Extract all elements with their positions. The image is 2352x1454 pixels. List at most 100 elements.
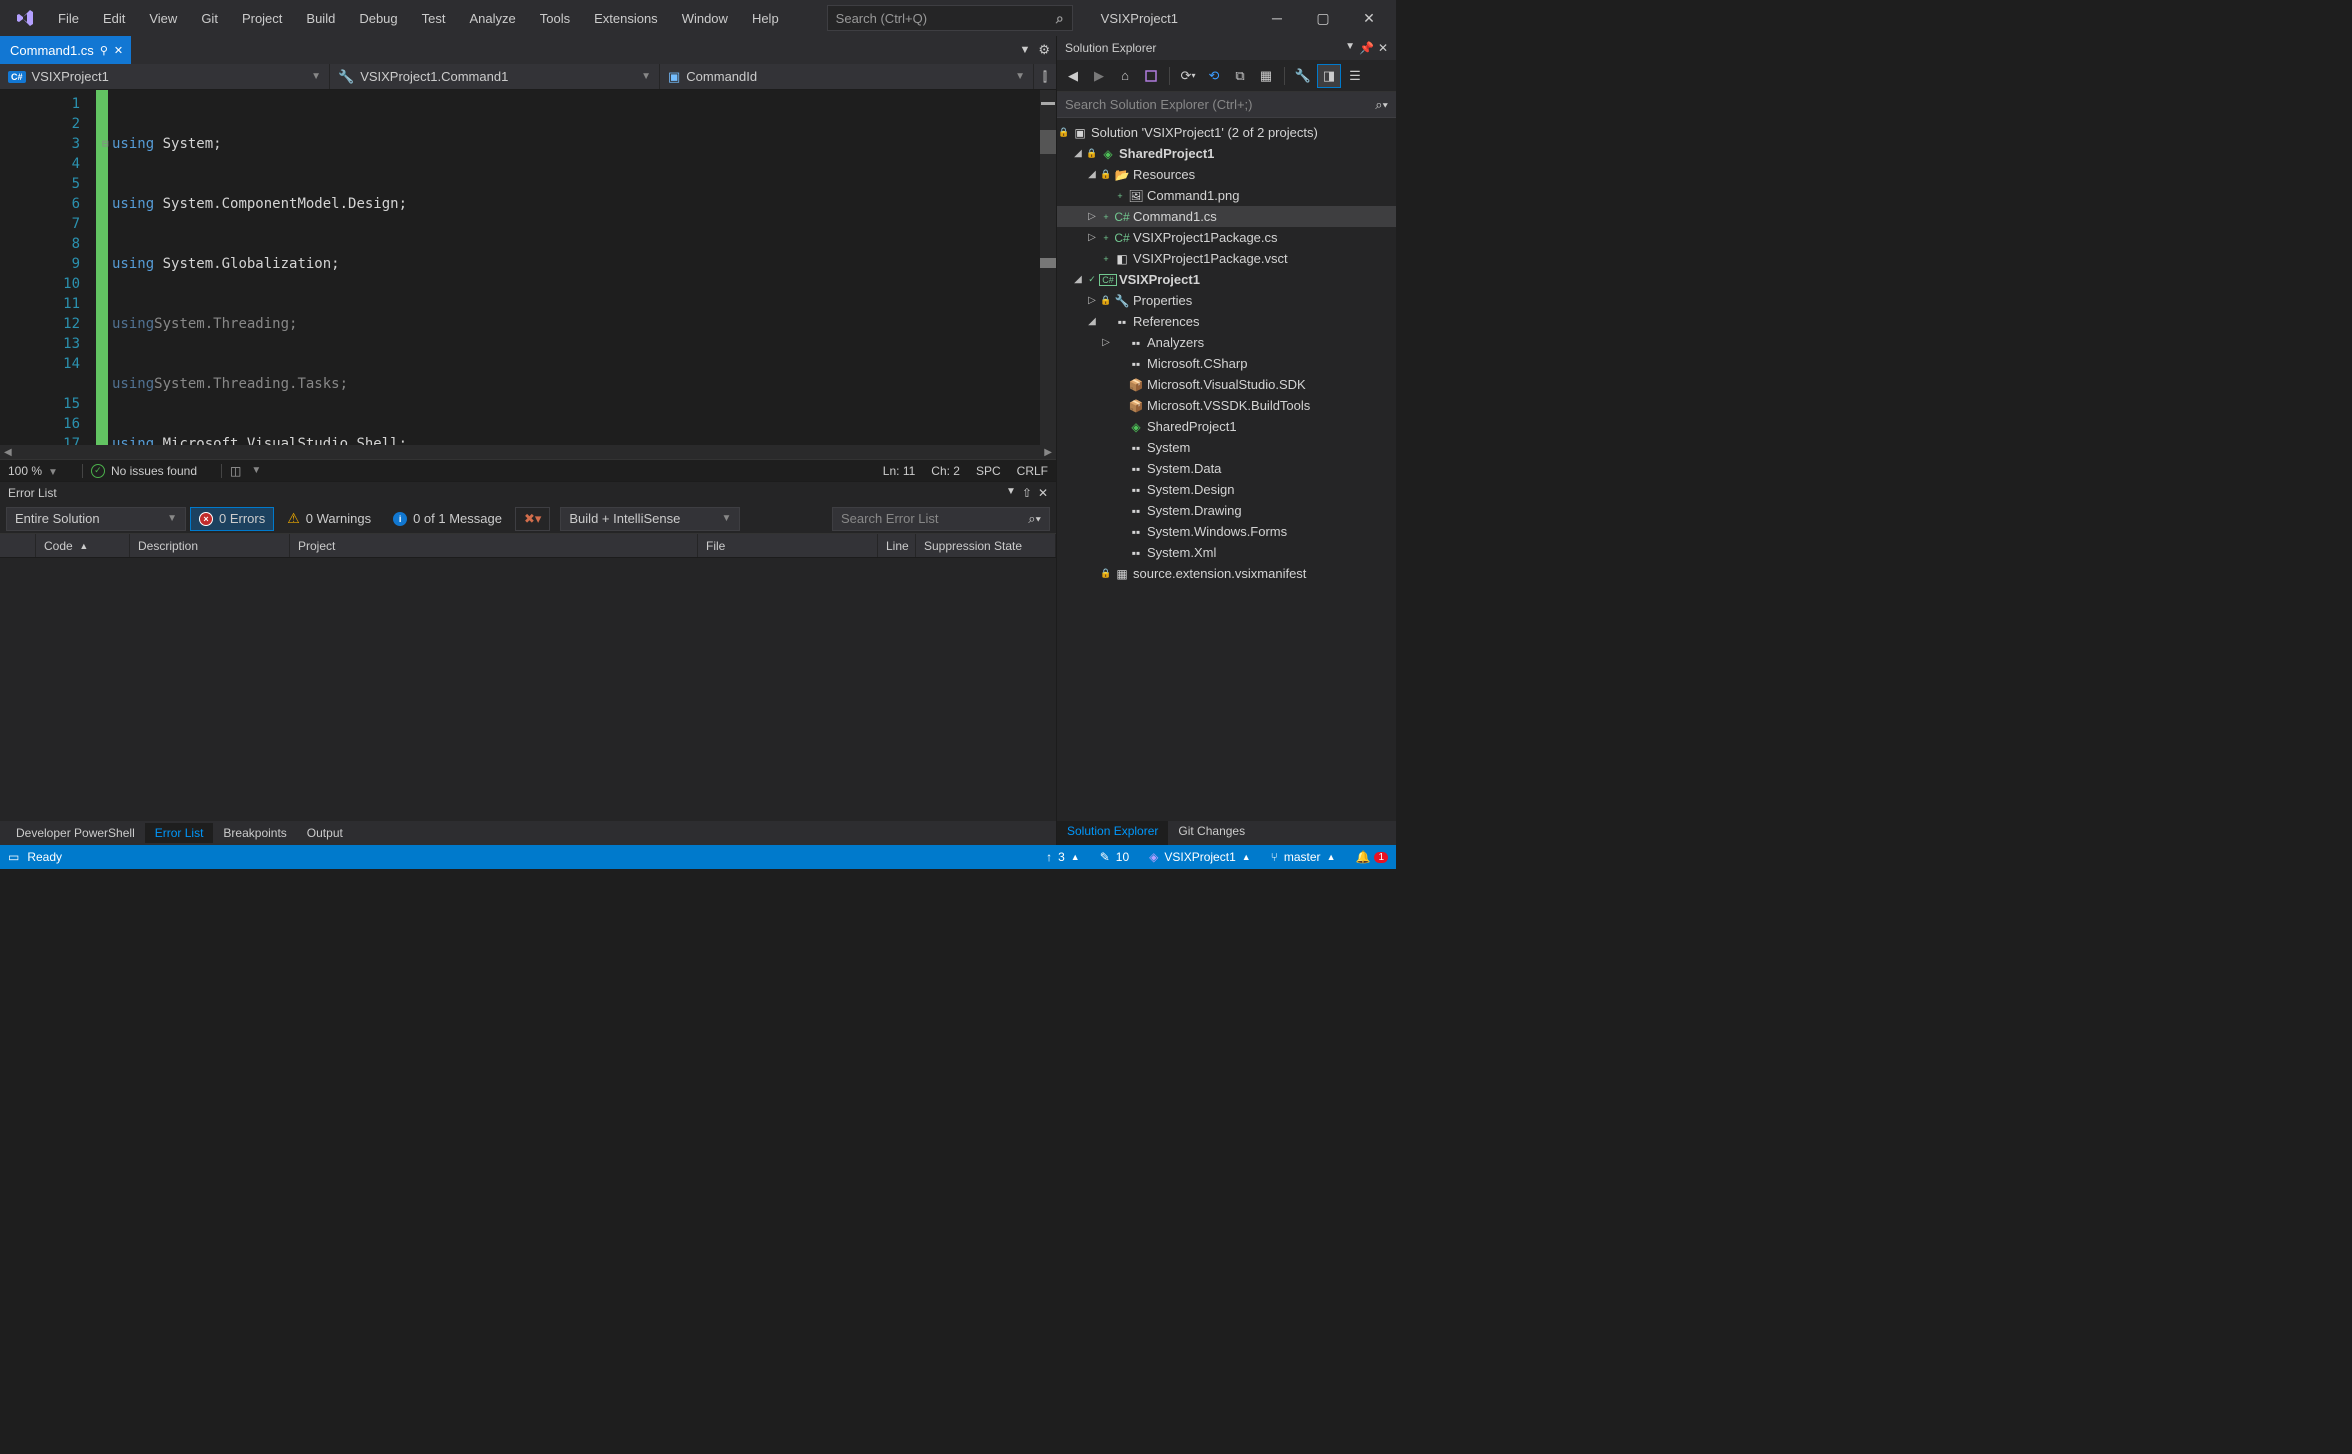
nav-class-combo[interactable]: 🔧 VSIXProject1.Command1 ▼ xyxy=(330,64,660,89)
errors-filter[interactable]: × 0 Errors xyxy=(190,507,274,531)
close-icon[interactable]: ✕ xyxy=(1378,41,1388,55)
menu-analyze[interactable]: Analyze xyxy=(457,7,527,30)
package-vsct-node[interactable]: + ◧ VSIXProject1Package.vsct xyxy=(1057,248,1396,269)
menu-git[interactable]: Git xyxy=(189,7,230,30)
back-button[interactable]: ◀ xyxy=(1061,64,1085,88)
maximize-button[interactable]: ▢ xyxy=(1300,0,1346,36)
quick-launch-search[interactable]: Search (Ctrl+Q) ⌕ xyxy=(827,5,1073,31)
ref-csharp-node[interactable]: ▪▪ Microsoft.CSharp xyxy=(1057,353,1396,374)
nav-member-combo[interactable]: ▣ CommandId ▼ xyxy=(660,64,1034,89)
show-all-files-button[interactable]: ▦ xyxy=(1254,64,1278,88)
home-button[interactable]: ⌂ xyxy=(1113,64,1137,88)
line-indicator[interactable]: Ln: 11 xyxy=(883,464,915,478)
chevron-down-icon[interactable]: ▼ xyxy=(1006,486,1016,500)
ref-systemxml-node[interactable]: ▪▪ System.Xml xyxy=(1057,542,1396,563)
tab-solution-explorer[interactable]: Solution Explorer xyxy=(1057,821,1168,845)
menu-test[interactable]: Test xyxy=(410,7,458,30)
package-cs-node[interactable]: ▷+ C# VSIXProject1Package.cs xyxy=(1057,227,1396,248)
sync-button[interactable]: ⟲ xyxy=(1202,64,1226,88)
menu-tools[interactable]: Tools xyxy=(528,7,582,30)
fold-icon[interactable]: ⊟ xyxy=(102,134,109,154)
git-pending-commits[interactable]: ↑ 3 ▲ xyxy=(1036,850,1090,864)
close-icon[interactable]: ✕ xyxy=(114,44,123,57)
menu-help[interactable]: Help xyxy=(740,7,791,30)
ref-winforms-node[interactable]: ▪▪ System.Windows.Forms xyxy=(1057,521,1396,542)
menu-extensions[interactable]: Extensions xyxy=(582,7,670,30)
solution-explorer-search[interactable]: Search Solution Explorer (Ctrl+;) ⌕▾ xyxy=(1057,92,1396,118)
split-button[interactable]: ⫿ xyxy=(1034,69,1056,85)
notifications-button[interactable]: 🔔 1 xyxy=(1345,850,1388,864)
tab-breakpoints[interactable]: Breakpoints xyxy=(213,823,296,843)
command1-png-node[interactable]: + 🖼 Command1.png xyxy=(1057,185,1396,206)
manifest-node[interactable]: 🔒 ▦ source.extension.vsixmanifest xyxy=(1057,563,1396,584)
col-code[interactable]: Code ▲ xyxy=(36,534,130,557)
nav-project-combo[interactable]: C# VSIXProject1 ▼ xyxy=(0,64,330,89)
messages-filter[interactable]: i 0 of 1 Message xyxy=(384,507,511,531)
menu-debug[interactable]: Debug xyxy=(347,7,409,30)
minimize-button[interactable]: ─ xyxy=(1254,0,1300,36)
properties-node[interactable]: ▷🔒 🔧 Properties xyxy=(1057,290,1396,311)
preview-selected-button[interactable]: ◨ xyxy=(1317,64,1341,88)
indent-indicator[interactable]: SPC xyxy=(976,464,1001,478)
error-search[interactable]: Search Error List ⌕▾ xyxy=(832,507,1050,531)
menu-file[interactable]: File xyxy=(46,7,91,30)
analyzers-node[interactable]: ▷ ▪▪ Analyzers xyxy=(1057,332,1396,353)
chevron-down-icon[interactable]: ▼ xyxy=(1345,41,1355,55)
chevron-down-icon[interactable]: ▼ xyxy=(1019,44,1030,56)
code-editor[interactable]: 123456789 1011121314 151617 ⊟using Syste… xyxy=(0,90,1056,445)
sharedproject-node[interactable]: ◢🔒 ◈ SharedProject1 xyxy=(1057,143,1396,164)
menu-build[interactable]: Build xyxy=(294,7,347,30)
ref-system-node[interactable]: ▪▪ System xyxy=(1057,437,1396,458)
tab-output[interactable]: Output xyxy=(297,823,353,843)
solution-node[interactable]: 🔒▣ Solution 'VSIXProject1' (2 of 2 proje… xyxy=(1057,122,1396,143)
gear-icon[interactable]: ⚙ xyxy=(1038,42,1050,58)
ref-systemdesign-node[interactable]: ▪▪ System.Design xyxy=(1057,479,1396,500)
horizontal-scrollbar[interactable]: ◀▶ xyxy=(0,445,1056,459)
col-icon[interactable] xyxy=(0,534,36,557)
column-indicator[interactable]: Ch: 2 xyxy=(931,464,960,478)
tab-git-changes[interactable]: Git Changes xyxy=(1168,821,1255,845)
error-scope-combo[interactable]: Entire Solution ▼ xyxy=(6,507,186,531)
menu-edit[interactable]: Edit xyxy=(91,7,137,30)
ref-systemdrawing-node[interactable]: ▪▪ System.Drawing xyxy=(1057,500,1396,521)
view-class-button[interactable]: ☰ xyxy=(1343,64,1367,88)
zoom-combo[interactable]: 100 %▼ xyxy=(8,464,58,478)
code-surface[interactable]: ⊟using System; using System.ComponentMod… xyxy=(108,90,1040,445)
startup-project-selector[interactable]: ◈ VSIXProject1 ▲ xyxy=(1139,850,1261,864)
scrollbar-thumb[interactable] xyxy=(1040,258,1056,268)
pending-changes-filter[interactable]: ⟳▾ xyxy=(1176,64,1200,88)
col-line[interactable]: Line xyxy=(878,534,916,557)
ref-vssdk-node[interactable]: 📦 Microsoft.VisualStudio.SDK xyxy=(1057,374,1396,395)
col-suppression[interactable]: Suppression State xyxy=(916,534,1056,557)
clear-filters-button[interactable]: ✖▾ xyxy=(515,507,550,531)
ref-systemdata-node[interactable]: ▪▪ System.Data xyxy=(1057,458,1396,479)
resources-folder-node[interactable]: ◢🔒 📂 Resources xyxy=(1057,164,1396,185)
switch-views-button[interactable] xyxy=(1139,64,1163,88)
pin-icon[interactable]: ⇧ xyxy=(1022,486,1032,500)
ref-vssdkbuild-node[interactable]: 📦 Microsoft.VSSDK.BuildTools xyxy=(1057,395,1396,416)
col-file[interactable]: File xyxy=(698,534,878,557)
forward-button[interactable]: ▶ xyxy=(1087,64,1111,88)
tab-error-list[interactable]: Error List xyxy=(145,823,214,843)
warnings-filter[interactable]: ⚠ 0 Warnings xyxy=(278,507,380,531)
ref-sharedproject-node[interactable]: ◈ SharedProject1 xyxy=(1057,416,1396,437)
references-node[interactable]: ◢ ▪▪ References xyxy=(1057,311,1396,332)
col-project[interactable]: Project xyxy=(290,534,698,557)
menu-project[interactable]: Project xyxy=(230,7,294,30)
selelction-icon[interactable]: ◫ xyxy=(230,464,241,478)
col-description[interactable]: Description xyxy=(130,534,290,557)
vsixproject-node[interactable]: ◢✓ C# VSIXProject1 xyxy=(1057,269,1396,290)
file-tab-command1[interactable]: Command1.cs ⚲ ✕ xyxy=(0,36,131,64)
close-icon[interactable]: ✕ xyxy=(1038,486,1048,500)
close-button[interactable]: ✕ xyxy=(1346,0,1392,36)
issues-status[interactable]: No issues found xyxy=(111,464,197,478)
pin-icon[interactable]: ⚲ xyxy=(100,44,108,57)
lineending-indicator[interactable]: CRLF xyxy=(1017,464,1048,478)
collapse-all-button[interactable]: ⧉ xyxy=(1228,64,1252,88)
git-pending-edits[interactable]: ✎ 10 xyxy=(1090,850,1139,864)
pin-icon[interactable]: 📌 xyxy=(1359,41,1374,55)
menu-view[interactable]: View xyxy=(137,7,189,30)
command1-cs-node[interactable]: ▷+ C# Command1.cs xyxy=(1057,206,1396,227)
menu-window[interactable]: Window xyxy=(670,7,740,30)
tab-developer-powershell[interactable]: Developer PowerShell xyxy=(6,823,145,843)
